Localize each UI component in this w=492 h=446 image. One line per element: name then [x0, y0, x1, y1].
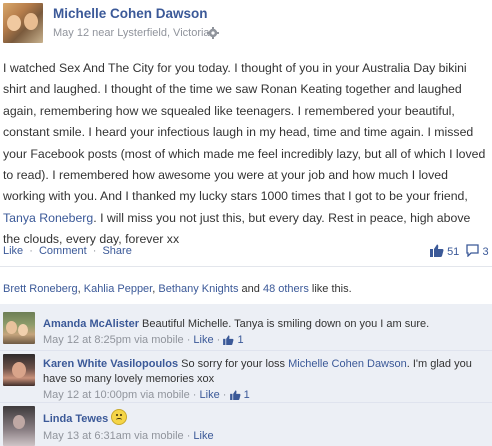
comment-body: Amanda McAlister Beautiful Michelle. Tan…: [43, 317, 483, 332]
divider: [0, 402, 492, 403]
likers-suffix: like this.: [308, 283, 352, 295]
like-count[interactable]: 51: [447, 246, 459, 258]
action-separator: ·: [29, 245, 33, 257]
comment-like-count[interactable]: 1: [237, 334, 243, 346]
likers-summary: Brett Roneberg, Kahlia Pepper, Bethany K…: [3, 283, 352, 295]
comment-body: Karen White Vasilopoulos So sorry for yo…: [43, 357, 489, 387]
like-button[interactable]: Like: [3, 245, 23, 257]
post-location[interactable]: Lysterfield, Victoria: [117, 27, 209, 39]
reaction-counts: 51 3: [430, 244, 489, 258]
comment-meta: May 12 at 10:00pm via mobile · Like · 1: [43, 389, 250, 401]
comment-like-button[interactable]: Like: [193, 430, 213, 442]
commenter-name[interactable]: Karen White Vasilopoulos: [43, 358, 178, 370]
other-likers-link[interactable]: 48 others: [263, 283, 309, 295]
comment-bubble-icon: [466, 244, 480, 257]
author-name[interactable]: Michelle Cohen Dawson: [53, 6, 208, 21]
gear-icon[interactable]: [207, 27, 219, 39]
liker-link[interactable]: Kahlia Pepper: [84, 283, 153, 295]
tagged-friend-link[interactable]: Tanya Roneberg: [3, 211, 93, 225]
comment-meta: May 13 at 6:31am via mobile · Like: [43, 430, 214, 442]
commenter-avatar[interactable]: [3, 354, 35, 386]
comment-button[interactable]: Comment: [39, 245, 87, 257]
comment-text: So sorry for your loss: [181, 358, 289, 370]
thumbs-up-icon: [223, 335, 234, 345]
comment-like-button[interactable]: Like: [200, 389, 220, 401]
post-meta: May 12 near Lysterfield, Victoria ·: [53, 27, 216, 39]
divider: [0, 350, 492, 351]
location-prefix: near: [89, 27, 118, 39]
action-separator: ·: [92, 245, 97, 257]
comment-text: Beautiful Michelle. Tanya is smiling dow…: [142, 318, 430, 330]
thumbs-up-icon: [229, 390, 240, 400]
comment-like-count[interactable]: 1: [244, 389, 250, 401]
comment-time[interactable]: May 12 at 10:00pm via mobile: [43, 389, 190, 401]
comment-like-button[interactable]: Like: [193, 334, 213, 346]
post-text: I watched Sex And The City for you today…: [3, 58, 489, 251]
comment-time[interactable]: May 12 at 8:25pm via mobile: [43, 334, 184, 346]
likers-and: and: [238, 283, 263, 295]
divider: [0, 266, 492, 267]
mention-link[interactable]: Michelle Cohen Dawson: [288, 358, 407, 370]
comment-meta: May 12 at 8:25pm via mobile · Like · 1: [43, 334, 244, 346]
author-avatar[interactable]: [3, 3, 43, 43]
commenter-avatar[interactable]: [3, 312, 35, 344]
sad-face-icon: [111, 409, 128, 425]
comment-time[interactable]: May 13 at 6:31am via mobile: [43, 430, 184, 442]
liker-link[interactable]: Bethany Knights: [158, 283, 238, 295]
post-date[interactable]: May 12: [53, 27, 89, 39]
commenter-name[interactable]: Linda Tewes: [43, 413, 108, 425]
post-text-part: I watched Sex And The City for you today…: [3, 61, 486, 204]
post-action-bar: Like · Comment · Share: [3, 245, 132, 257]
share-button[interactable]: Share: [102, 245, 131, 257]
commenter-name[interactable]: Amanda McAlister: [43, 318, 139, 330]
liker-link[interactable]: Brett Roneberg: [3, 283, 78, 295]
comment-body: Linda Tewes: [43, 409, 128, 427]
commenter-avatar[interactable]: [3, 406, 35, 446]
thumbs-up-icon: [430, 244, 444, 257]
comment-count[interactable]: 3: [482, 246, 488, 258]
